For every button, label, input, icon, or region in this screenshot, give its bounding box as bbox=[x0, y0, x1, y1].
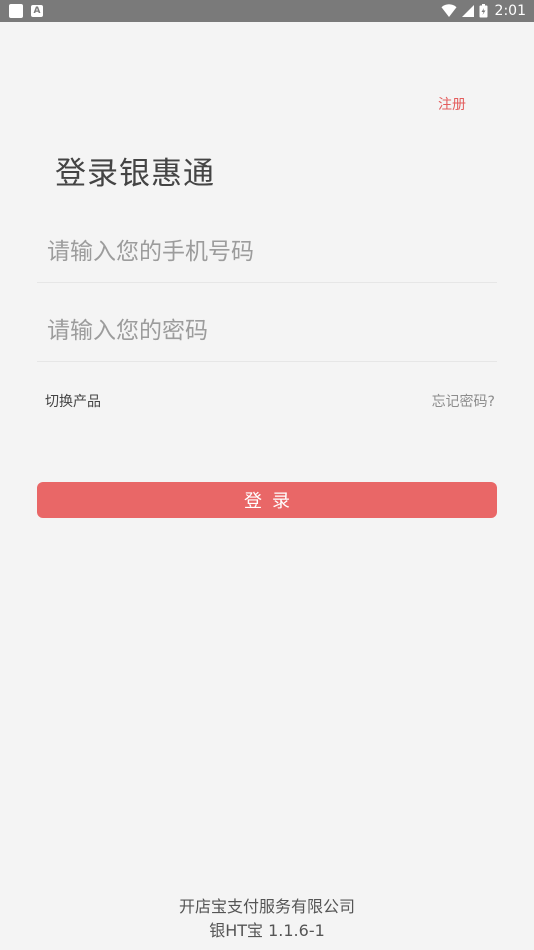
login-button[interactable]: 登录 bbox=[37, 482, 497, 518]
page-title: 登录银惠通 bbox=[55, 156, 215, 192]
signal-icon bbox=[461, 5, 474, 17]
wifi-icon bbox=[441, 4, 457, 17]
phone-input[interactable] bbox=[47, 234, 487, 270]
status-bar-right: 2:01 bbox=[441, 3, 526, 19]
password-field bbox=[37, 301, 497, 362]
password-input[interactable] bbox=[47, 313, 487, 349]
switch-product-link[interactable]: 切换产品 bbox=[45, 392, 101, 412]
status-time: 2:01 bbox=[494, 3, 526, 19]
status-bar-left: A bbox=[9, 4, 43, 18]
status-bar: A 2:01 bbox=[0, 0, 534, 22]
footer-version: 银HT宝 1.1.6-1 bbox=[209, 921, 325, 940]
forgot-password-link[interactable]: 忘记密码? bbox=[432, 392, 495, 412]
app-a-icon: A bbox=[31, 5, 43, 17]
footer-company: 开店宝支付服务有限公司 bbox=[178, 897, 355, 916]
phone-field bbox=[37, 222, 497, 283]
battery-icon bbox=[479, 4, 488, 18]
notification-square-icon bbox=[9, 4, 23, 18]
register-link[interactable]: 注册 bbox=[438, 95, 466, 115]
